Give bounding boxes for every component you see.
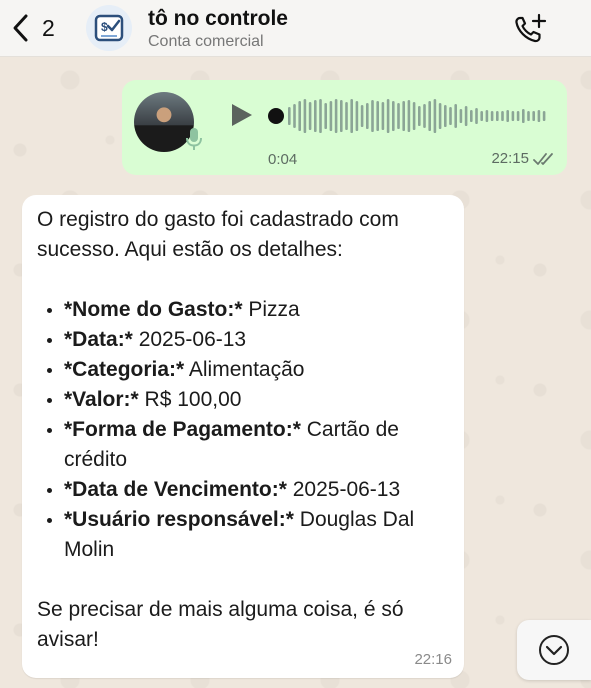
waveform-bar (345, 102, 348, 130)
detail-value: 2025-06-13 (132, 328, 247, 351)
waveform-bar (319, 99, 322, 133)
microphone-icon (186, 128, 202, 150)
business-logo-icon: $ (94, 14, 124, 42)
message-time: 22:16 (414, 651, 452, 668)
message-intro: O registro do gasto foi cadastrado com s… (37, 208, 399, 261)
waveform-bar (288, 107, 291, 125)
svg-text:$: $ (101, 20, 108, 34)
waveform-bar (355, 101, 359, 131)
waveform-bar (444, 105, 447, 127)
play-icon[interactable] (226, 100, 256, 130)
audio-message-bubble[interactable]: 0:04 22:15 (122, 80, 567, 175)
waveform-bar (485, 110, 489, 122)
waveform-bar (475, 108, 478, 124)
detail-item: *Usuário responsável:* Douglas Dal Molin (64, 505, 457, 565)
call-add-icon[interactable] (512, 12, 548, 46)
detail-item: *Data de Vencimento:* 2025-06-13 (64, 475, 457, 505)
chevron-down-icon (539, 635, 569, 665)
waveform-bar (418, 106, 421, 126)
waveform-bar (496, 111, 499, 121)
detail-item: *Forma de Pagamento:* Cartão de crédito (64, 415, 457, 475)
waveform-bar (407, 100, 411, 132)
waveform-bar (516, 111, 520, 121)
double-check-icon (533, 153, 553, 165)
detail-label: *Data de Vencimento:* (64, 478, 287, 501)
waveform-bar (433, 99, 437, 133)
detail-label: *Forma de Pagamento:* (64, 418, 301, 441)
chat-title[interactable]: tô no controle (148, 7, 288, 31)
waveform-bar (303, 99, 307, 133)
detail-item: *Categoria:* Alimentação (64, 355, 457, 385)
detail-value: Alimentação (184, 358, 305, 381)
waveform-bar (522, 109, 525, 123)
details-list: *Nome do Gasto:* Pizza *Data:* 2025-06-1… (37, 295, 457, 565)
detail-item: *Nome do Gasto:* Pizza (64, 295, 457, 325)
waveform-bar (334, 99, 338, 133)
chat-subtitle: Conta comercial (148, 33, 264, 50)
detail-label: *Usuário responsável:* (64, 508, 294, 531)
waveform-bar (340, 100, 343, 132)
waveform-bar (392, 101, 395, 131)
waveform-bar (308, 102, 312, 130)
audio-waveform[interactable] (268, 98, 548, 134)
waveform-bar (506, 110, 509, 122)
waveform-bar (360, 105, 364, 127)
detail-label: *Categoria:* (64, 358, 185, 381)
message-outro: Se precisar de mais alguma coisa, é só a… (37, 598, 404, 651)
waveform-bar (542, 111, 546, 121)
waveform-bar (366, 103, 369, 129)
message-time: 22:15 (491, 150, 529, 167)
waveform-bar (402, 101, 405, 131)
waveform-bar (459, 109, 463, 123)
chevron-left-icon (13, 14, 28, 42)
waveform-bar (470, 110, 473, 122)
waveform-bar (397, 103, 400, 129)
waveform-bar (371, 100, 374, 132)
waveform-bar (324, 103, 327, 129)
waveform-bar (511, 111, 515, 121)
waveform-bar (532, 111, 535, 121)
detail-label: *Data:* (64, 328, 133, 351)
detail-value: R$ 100,00 (138, 388, 242, 411)
detail-item: *Data:* 2025-06-13 (64, 325, 457, 355)
waveform-bar (537, 110, 541, 122)
waveform-bar (480, 111, 483, 121)
waveform-bar (527, 111, 530, 121)
unread-count: 2 (42, 14, 55, 41)
waveform-bar (376, 101, 379, 131)
waveform-bar (501, 111, 504, 121)
waveform-bar (293, 104, 296, 128)
waveform-bar (454, 104, 457, 128)
audio-duration: 0:04 (268, 151, 298, 168)
waveform-bar (464, 106, 468, 126)
back-button[interactable]: 2 (10, 10, 70, 46)
waveform-bar (314, 100, 317, 132)
waveform-bar (423, 104, 426, 128)
waveform-bar (490, 111, 494, 121)
waveform-bar (428, 101, 431, 131)
waveform-bar (449, 107, 452, 125)
detail-value: 2025-06-13 (286, 478, 401, 501)
waveform-bar (329, 101, 333, 131)
detail-label: *Nome do Gasto:* (64, 298, 243, 321)
waveform-bar (438, 103, 442, 129)
scroll-to-bottom-button[interactable] (517, 620, 591, 680)
detail-label: *Valor:* (64, 388, 139, 411)
message-body: O registro do gasto foi cadastrado com s… (37, 205, 457, 655)
waveform-bar (386, 99, 390, 133)
waveform-bar (350, 99, 353, 133)
chat-header: 2 $ tô no controle Conta comercial (0, 0, 591, 57)
waveform-bar (298, 101, 301, 131)
detail-value: Pizza (242, 298, 300, 321)
contact-avatar[interactable]: $ (86, 5, 132, 51)
playback-scrubber[interactable] (268, 108, 284, 124)
text-message-bubble[interactable]: O registro do gasto foi cadastrado com s… (22, 195, 464, 678)
detail-item: *Valor:* R$ 100,00 (64, 385, 457, 415)
waveform-bar (381, 102, 385, 130)
waveform-bar (412, 102, 416, 130)
